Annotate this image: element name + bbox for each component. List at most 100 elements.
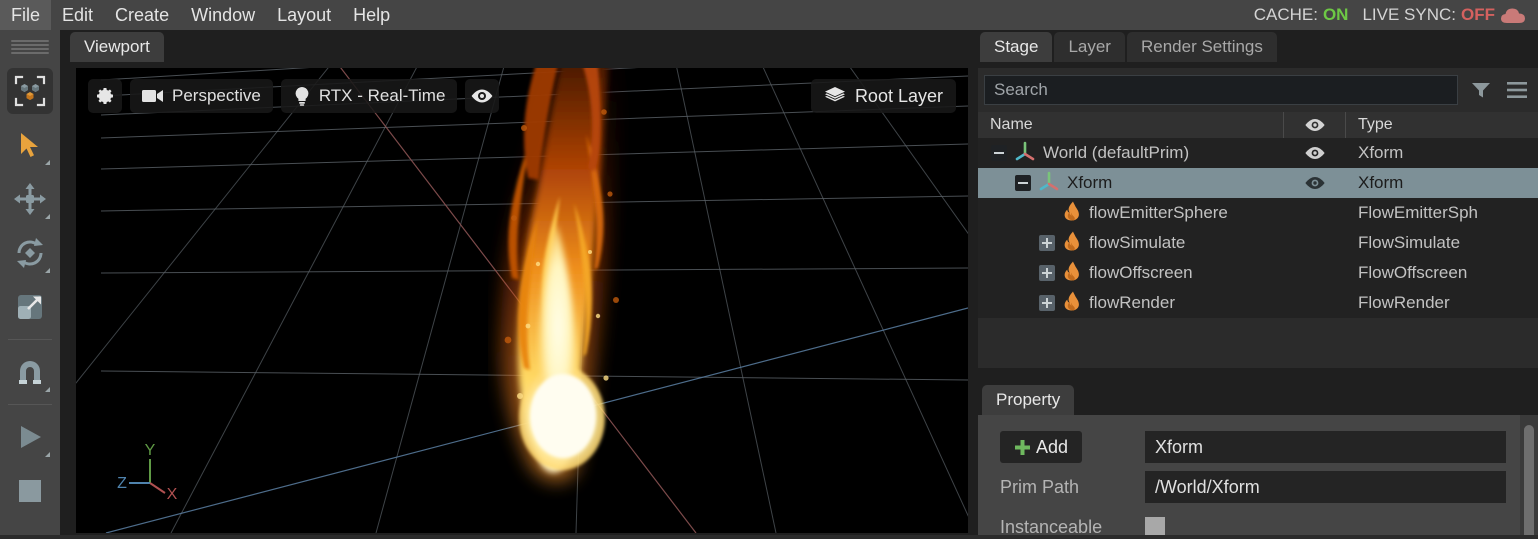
tool-submenu-indicator <box>45 160 50 165</box>
prim-type-field[interactable]: Xform <box>1145 431 1506 463</box>
row-visibility-toggle[interactable] <box>1283 138 1346 168</box>
flame-icon <box>1062 201 1082 226</box>
live-sync-value: OFF <box>1461 5 1495 24</box>
eye-icon <box>1304 147 1325 159</box>
tab-stage[interactable]: Stage <box>980 32 1053 62</box>
row-type-label: FlowSimulate <box>1358 233 1461 252</box>
cache-status[interactable]: CACHE: ON <box>1254 5 1349 25</box>
stop-icon <box>19 480 41 502</box>
viewport-settings-button[interactable] <box>88 79 122 113</box>
row-type-label: FlowOffscreen <box>1358 263 1468 282</box>
menu-window[interactable]: Window <box>180 0 266 30</box>
menu-help[interactable]: Help <box>342 0 401 30</box>
menu-edit[interactable]: Edit <box>51 0 104 30</box>
row-name-cell[interactable]: World (defaultPrim) <box>978 141 1283 166</box>
menu-layout[interactable]: Layout <box>266 0 342 30</box>
row-name-cell[interactable]: flowRender <box>978 291 1283 316</box>
column-header-visibility[interactable] <box>1283 112 1346 138</box>
select-prims-tool[interactable] <box>7 68 53 114</box>
scale-tool[interactable] <box>7 284 53 330</box>
instanceable-checkbox[interactable] <box>1145 517 1165 537</box>
viewport-visibility-button[interactable] <box>465 79 500 113</box>
expander-expand-icon[interactable] <box>1039 265 1055 281</box>
viewport-render-area[interactable]: Perspective RTX - Real-Time Root Layer Y… <box>76 68 968 533</box>
property-row-type: Add Xform <box>1000 427 1520 467</box>
axis-label-z: Z <box>117 475 127 492</box>
flame-icon <box>1062 261 1082 286</box>
arrow-cursor-icon <box>21 133 38 157</box>
omniverse-app-window: File Edit Create Window Layout Help CACH… <box>0 0 1538 539</box>
expander-expand-icon[interactable] <box>1039 295 1055 311</box>
search-input[interactable] <box>984 75 1458 105</box>
rotate-gizmo-icon <box>17 238 43 268</box>
row-visibility-toggle[interactable] <box>1283 258 1346 288</box>
tab-layer[interactable]: Layer <box>1054 32 1125 62</box>
row-name-cell[interactable]: Xform <box>978 171 1283 196</box>
plus-icon <box>1014 439 1030 455</box>
menu-create[interactable]: Create <box>104 0 180 30</box>
row-visibility-toggle[interactable] <box>1283 168 1346 198</box>
select-tool[interactable] <box>7 122 53 168</box>
row-type-label: Xform <box>1346 173 1538 193</box>
eye-icon <box>1304 177 1325 189</box>
tab-property[interactable]: Property <box>982 385 1075 415</box>
prim-path-field[interactable]: /World/Xform <box>1145 471 1506 503</box>
snap-tool[interactable] <box>7 349 53 395</box>
row-type-label: Xform <box>1358 143 1404 162</box>
camera-icon <box>142 90 163 102</box>
row-name-label: World (defaultPrim) <box>1043 143 1190 162</box>
property-scrollbar-thumb[interactable] <box>1524 425 1534 539</box>
tab-render-settings[interactable]: Render Settings <box>1126 32 1277 62</box>
tab-viewport[interactable]: Viewport <box>70 32 164 62</box>
lightbulb-icon <box>295 86 309 106</box>
row-name-cell[interactable]: flowOffscreen <box>978 261 1283 286</box>
menu-bar: File Edit Create Window Layout Help CACH… <box>0 0 1538 30</box>
expander-placeholder <box>1039 205 1055 221</box>
axis-prim-icon <box>1014 141 1036 166</box>
viewport-3d-scene <box>76 68 968 533</box>
table-row[interactable]: World (defaultPrim) Xform <box>978 138 1538 168</box>
menu-file[interactable]: File <box>0 0 52 30</box>
add-button[interactable]: Add <box>1000 431 1082 463</box>
table-row[interactable]: flowEmitterSphere FlowEmitterSph <box>978 198 1538 228</box>
table-row[interactable]: Xform Xform <box>978 168 1538 198</box>
column-header-name[interactable]: Name <box>978 116 1283 134</box>
row-name-cell[interactable]: flowSimulate <box>978 231 1283 256</box>
stop-button[interactable] <box>7 468 53 514</box>
stage-options-button[interactable] <box>1504 77 1530 103</box>
expander-expand-icon[interactable] <box>1039 235 1055 251</box>
filter-button[interactable] <box>1468 77 1494 103</box>
axis-orientation-gizmo: Y Z X <box>111 441 191 508</box>
root-layer-button[interactable]: Root Layer <box>810 79 956 113</box>
play-button[interactable] <box>7 414 53 460</box>
table-row[interactable]: flowSimulate FlowSimulate <box>978 228 1538 258</box>
tool-submenu-indicator <box>45 214 50 219</box>
row-name-cell[interactable]: flowEmitterSphere <box>978 201 1283 226</box>
row-name-label: flowSimulate <box>1089 233 1186 252</box>
row-type-label: FlowEmitterSph <box>1358 203 1478 222</box>
stage-panel: Name Type <box>978 68 1538 368</box>
row-type-label: FlowRender <box>1358 293 1450 312</box>
column-header-type[interactable]: Type <box>1346 116 1538 134</box>
viewport-toolbar: Perspective RTX - Real-Time <box>88 79 500 113</box>
table-row[interactable]: flowRender FlowRender <box>978 288 1538 318</box>
move-tool[interactable] <box>7 176 53 222</box>
rotate-tool[interactable] <box>7 230 53 276</box>
row-visibility-toggle[interactable] <box>1283 228 1346 258</box>
property-rows: Add Xform Prim Path /World/Xform Instanc… <box>978 415 1520 539</box>
expander-collapse-icon[interactable] <box>991 145 1007 161</box>
row-visibility-toggle[interactable] <box>1283 198 1346 228</box>
cloud-icon[interactable] <box>1500 7 1526 24</box>
stage-search-row <box>978 68 1538 112</box>
live-sync-label: LIVE SYNC: <box>1362 5 1456 24</box>
flame-icon <box>1062 231 1082 256</box>
expander-collapse-icon[interactable] <box>1015 175 1031 191</box>
viewport-camera-selector[interactable]: Perspective <box>130 79 273 113</box>
live-sync-status[interactable]: LIVE SYNC: OFF <box>1362 5 1526 25</box>
table-row[interactable]: flowOffscreen FlowOffscreen <box>978 258 1538 288</box>
row-visibility-toggle[interactable] <box>1283 288 1346 318</box>
layers-icon <box>824 87 845 102</box>
property-scrollbar[interactable] <box>1520 415 1538 539</box>
viewport-renderer-selector[interactable]: RTX - Real-Time <box>280 79 458 113</box>
toolbar-drag-handle[interactable] <box>11 38 49 56</box>
